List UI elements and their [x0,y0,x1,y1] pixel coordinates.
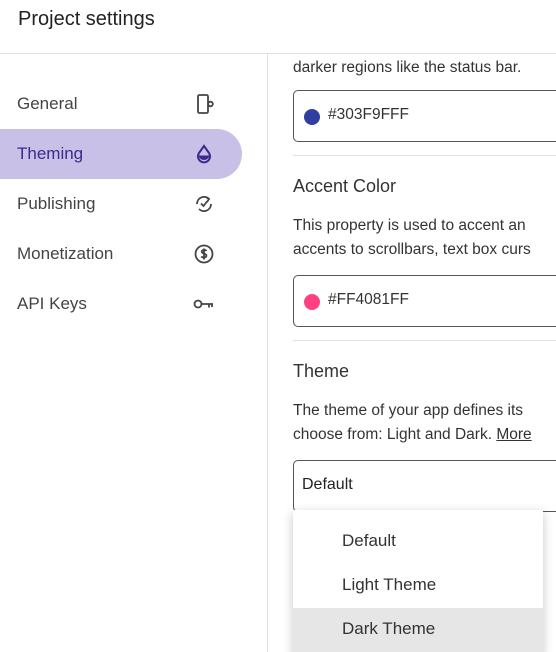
accent-swatch [304,294,320,310]
sidebar-item-label: General [17,94,78,113]
page-title: Project settings [18,8,155,30]
primary-dark-value: #303F9FFF [328,106,409,123]
sidebar-item-label: Monetization [17,244,114,263]
key-icon [191,291,217,317]
sidebar-item-label: Theming [17,144,84,163]
theme-title: Theme [293,361,350,381]
theme-select-value: Default [302,476,353,493]
divider [293,155,556,156]
primary-dark-description: darker regions like the status bar. [293,59,522,76]
theme-dropdown-menu: Default Light Theme Dark Theme [293,510,543,652]
app-header: Project settings [0,0,556,54]
sidebar-item-monetization[interactable]: Monetization [0,229,242,279]
settings-sidebar: General Theming Publishing Monetization … [0,54,268,652]
theme-option-dark[interactable]: Dark Theme [293,608,543,652]
option-label: Dark Theme [342,619,436,638]
sidebar-item-label: Publishing [17,194,96,213]
theme-select[interactable]: Default [293,460,556,512]
accent-color-value: #FF4081FF [328,291,409,308]
accent-color-title: Accent Color [293,176,397,196]
accent-description-line2: accents to scrollbars, text box curs [293,241,531,258]
dollar-circle-icon [191,241,217,267]
publish-sync-icon [191,191,217,217]
primary-dark-color-field[interactable]: #303F9FFF [293,90,556,142]
theme-description-text: choose from: Light and Dark. [293,426,493,443]
theme-option-default[interactable]: Default [293,520,543,564]
sidebar-item-publishing[interactable]: Publishing [0,179,242,229]
theme-option-light[interactable]: Light Theme [293,564,543,608]
sidebar-item-label: API Keys [17,294,87,313]
accent-description-line1: This property is used to accent an [293,217,526,234]
more-link[interactable]: More [496,426,531,443]
sidebar-item-api-keys[interactable]: API Keys [0,279,242,329]
theme-description-line1: The theme of your app defines its [293,402,524,419]
sidebar-item-theming[interactable]: Theming [0,129,242,179]
divider [293,340,556,341]
sidebar-item-general[interactable]: General [0,79,242,129]
water-drop-icon [191,141,217,167]
theming-settings-panel: darker regions like the status bar. #303… [268,54,556,652]
theme-description-line2: choose from: Light and Dark. More [293,423,532,446]
phone-settings-icon [191,91,217,117]
option-label: Light Theme [342,575,437,594]
accent-color-field[interactable]: #FF4081FF [293,275,556,327]
option-label: Default [342,531,396,550]
primary-dark-swatch [304,109,320,125]
